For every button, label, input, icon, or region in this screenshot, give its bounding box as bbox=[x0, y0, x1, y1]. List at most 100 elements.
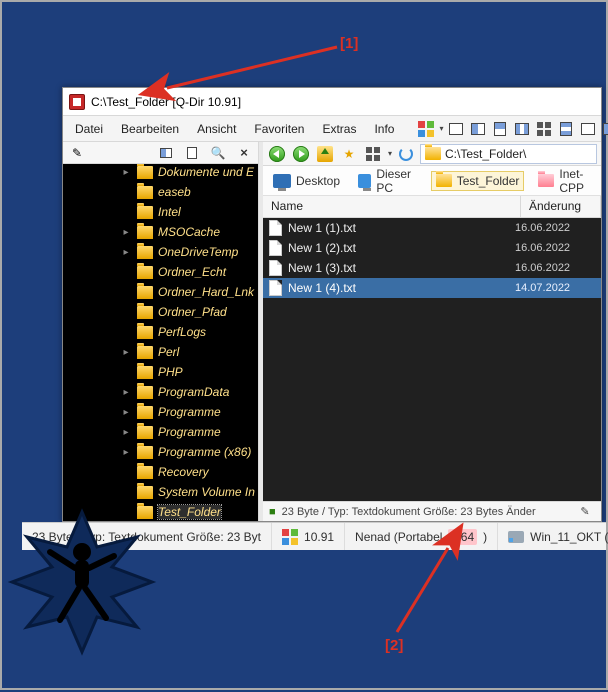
menu-view[interactable]: Ansicht bbox=[189, 119, 244, 139]
file-row[interactable]: New 1 (2).txt 16.06.2022 bbox=[263, 238, 601, 258]
file-name: New 1 (3).txt bbox=[288, 261, 509, 275]
address-bar[interactable]: C:\Test_Folder\ bbox=[420, 144, 597, 164]
quick-thispc[interactable]: Dieser PC bbox=[354, 165, 421, 197]
layout-8-icon[interactable] bbox=[601, 120, 608, 138]
folder-icon bbox=[137, 366, 153, 379]
tree-item[interactable]: ▸MSOCache bbox=[63, 222, 258, 242]
expander-icon[interactable] bbox=[119, 265, 133, 279]
folder-tree[interactable]: ▸Dokumente und EeasebIntel▸MSOCache▸OneD… bbox=[63, 164, 258, 521]
file-icon bbox=[269, 220, 282, 236]
tree-item[interactable]: Ordner_Hard_Lnk bbox=[63, 282, 258, 302]
taskbar-version[interactable]: 10.91 bbox=[272, 523, 345, 550]
tree-item[interactable]: PHP bbox=[63, 362, 258, 382]
refresh-icon[interactable] bbox=[397, 145, 415, 163]
menu-file[interactable]: Datei bbox=[67, 119, 111, 139]
column-header[interactable]: Name Änderung bbox=[263, 196, 601, 218]
quick-inet[interactable]: Inet-CPP bbox=[534, 165, 595, 197]
menu-extras[interactable]: Extras bbox=[314, 119, 364, 139]
tree-item[interactable]: Ordner_Echt bbox=[63, 262, 258, 282]
tree-item[interactable]: System Volume In bbox=[63, 482, 258, 502]
titlebar[interactable]: C:\Test_Folder [Q-Dir 10.91] bbox=[63, 88, 601, 116]
file-row[interactable]: New 1 (3).txt16.06.2022 bbox=[263, 258, 601, 278]
tree-item-label: Ordner_Pfad bbox=[158, 305, 227, 319]
file-icon bbox=[269, 260, 282, 276]
layout-5-icon[interactable] bbox=[535, 120, 553, 138]
tree-item-label: PHP bbox=[158, 365, 183, 379]
tree-item-label: Programme bbox=[158, 425, 221, 439]
search-icon[interactable]: 🔍 bbox=[209, 144, 227, 162]
expander-icon[interactable]: ▸ bbox=[119, 225, 133, 239]
tree-item[interactable]: easeb bbox=[63, 182, 258, 202]
viewmode-icon[interactable] bbox=[364, 145, 382, 163]
close-pane-icon[interactable]: × bbox=[235, 144, 253, 162]
col-name[interactable]: Name bbox=[263, 196, 521, 217]
layout-4-icon[interactable] bbox=[513, 120, 531, 138]
tree-item-label: Perl bbox=[158, 345, 179, 359]
tree-item[interactable]: ▸Programme (x86) bbox=[63, 442, 258, 462]
menu-favorites[interactable]: Favoriten bbox=[246, 119, 312, 139]
expander-icon[interactable]: ▸ bbox=[119, 425, 133, 439]
wand-icon[interactable]: ✎ bbox=[68, 144, 86, 162]
layout-6-icon[interactable] bbox=[557, 120, 575, 138]
col-date[interactable]: Änderung bbox=[521, 196, 601, 217]
tree-item[interactable]: ▸Programme bbox=[63, 402, 258, 422]
expander-icon[interactable] bbox=[119, 205, 133, 219]
annotation-1: [1] bbox=[340, 35, 358, 52]
page-icon[interactable] bbox=[183, 144, 201, 162]
layout-1-icon[interactable] bbox=[447, 120, 465, 138]
taskbar-user-c: ) bbox=[483, 530, 487, 544]
tree-item[interactable]: Ordner_Pfad bbox=[63, 302, 258, 322]
expander-icon[interactable] bbox=[119, 305, 133, 319]
expander-icon[interactable] bbox=[119, 485, 133, 499]
quick-desktop[interactable]: Desktop bbox=[269, 172, 344, 190]
file-list[interactable]: New 1 (1).txt16.06.2022 New 1 (2).txt 16.0… bbox=[263, 218, 601, 501]
tree-item[interactable]: Recovery bbox=[63, 462, 258, 482]
expander-icon[interactable]: ▸ bbox=[119, 245, 133, 259]
folder-icon bbox=[137, 446, 153, 459]
history-icon[interactable]: ★ bbox=[340, 145, 358, 163]
folder-icon bbox=[425, 147, 441, 160]
back-icon[interactable] bbox=[268, 145, 286, 163]
expander-icon[interactable]: ▸ bbox=[119, 165, 133, 179]
tree-item[interactable]: ▸ Programme bbox=[63, 422, 258, 442]
tree-item[interactable]: Intel bbox=[63, 202, 258, 222]
tree-item[interactable]: ▸Dokumente und E bbox=[63, 164, 258, 182]
layout-small-icon[interactable] bbox=[157, 144, 175, 162]
layout-2-icon[interactable] bbox=[469, 120, 487, 138]
file-name: New 1 (2).txt bbox=[288, 241, 509, 255]
tree-item[interactable]: ▸ Perl bbox=[63, 342, 258, 362]
chevron-down-icon[interactable]: ▾ bbox=[439, 124, 443, 133]
tree-item[interactable]: PerfLogs bbox=[63, 322, 258, 342]
tree-item-label: Test_Folder bbox=[158, 505, 221, 519]
menu-edit[interactable]: Bearbeiten bbox=[113, 119, 187, 139]
expander-icon[interactable] bbox=[119, 365, 133, 379]
expander-icon[interactable] bbox=[119, 185, 133, 199]
file-row[interactable]: New 1 (1).txt16.06.2022 bbox=[263, 218, 601, 238]
chevron-down-icon[interactable]: ▾ bbox=[388, 149, 392, 158]
expander-icon[interactable]: ▸ bbox=[119, 385, 133, 399]
windows-icon[interactable] bbox=[417, 120, 435, 138]
forward-icon[interactable] bbox=[292, 145, 310, 163]
tree-item[interactable]: ▸ProgramData bbox=[63, 382, 258, 402]
expander-icon[interactable]: ▸ bbox=[119, 405, 133, 419]
file-row[interactable]: New 1 (4).txt14.07.2022 bbox=[263, 278, 601, 298]
address-text: C:\Test_Folder\ bbox=[445, 147, 526, 161]
tree-item[interactable]: ▸OneDriveTemp bbox=[63, 242, 258, 262]
expander-icon[interactable] bbox=[119, 325, 133, 339]
layout-7-icon[interactable] bbox=[579, 120, 597, 138]
taskbar-user[interactable]: Nenad (Portabel/x64) bbox=[345, 523, 498, 550]
folder-icon bbox=[137, 326, 153, 339]
taskbar-drive[interactable]: Win_11_OKT (C bbox=[498, 523, 608, 550]
wand-icon[interactable]: ✎ bbox=[576, 503, 594, 521]
folder-icon bbox=[137, 226, 153, 239]
window-title: C:\Test_Folder [Q-Dir 10.91] bbox=[91, 95, 241, 109]
up-icon[interactable] bbox=[316, 145, 334, 163]
expander-icon[interactable] bbox=[119, 465, 133, 479]
expander-icon[interactable]: ▸ bbox=[119, 345, 133, 359]
layout-3-icon[interactable] bbox=[491, 120, 509, 138]
file-date: 16.06.2022 bbox=[515, 242, 595, 254]
quick-current-folder[interactable]: Test_Folder bbox=[431, 171, 525, 191]
expander-icon[interactable]: ▸ bbox=[119, 445, 133, 459]
menu-info[interactable]: Info bbox=[366, 119, 402, 139]
expander-icon[interactable] bbox=[119, 285, 133, 299]
